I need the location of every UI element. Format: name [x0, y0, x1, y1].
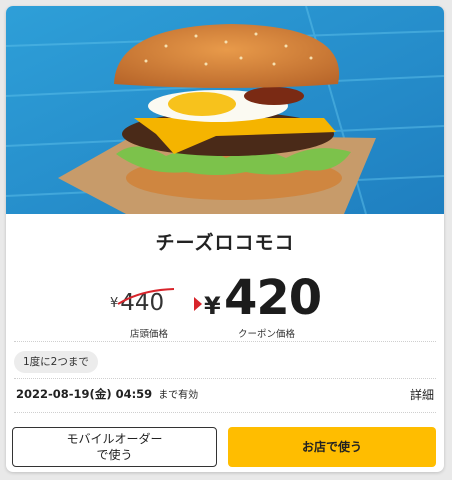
product-name: チーズロコモコ [155, 232, 295, 254]
use-in-store-button[interactable]: お店で使う [228, 427, 436, 467]
divider [14, 341, 436, 342]
expiry-datetime: 2022-08-19(金) 04:59 [16, 387, 153, 401]
expiry-suffix: まで有効 [158, 390, 199, 401]
detail-link[interactable]: 詳細 [410, 386, 434, 403]
store-price-caption: 店頭価格 [130, 329, 169, 340]
usage-limit-badge: 1度に2つまで [14, 351, 98, 373]
divider [14, 378, 436, 379]
product-image [6, 6, 444, 214]
price-arrow-icon [194, 297, 202, 311]
coupon-price: ¥ 420 クーポン価格 [192, 268, 342, 340]
mobile-order-label-line2: で使う [96, 448, 133, 462]
strikethrough-line [117, 288, 175, 305]
coupon-price-caption: クーポン価格 [238, 329, 296, 340]
coupon-price-currency: ¥ [204, 292, 221, 320]
store-price: ¥440 店頭価格 [110, 268, 186, 340]
coupon-price-value: 420 [224, 270, 322, 326]
divider [14, 412, 436, 413]
expiry-text: 2022-08-19(金) 04:59 まで有効 [16, 386, 198, 402]
mobile-order-label-line1: モバイルオーダー [66, 432, 163, 446]
mobile-order-button[interactable]: モバイルオーダー で使う [12, 427, 217, 467]
use-in-store-label: お店で使う [301, 440, 362, 454]
coupon-card[interactable]: チーズロコモコ ¥440 店頭価格 ¥ 420 クーポン価格 1度に2つまで 2… [6, 6, 444, 472]
